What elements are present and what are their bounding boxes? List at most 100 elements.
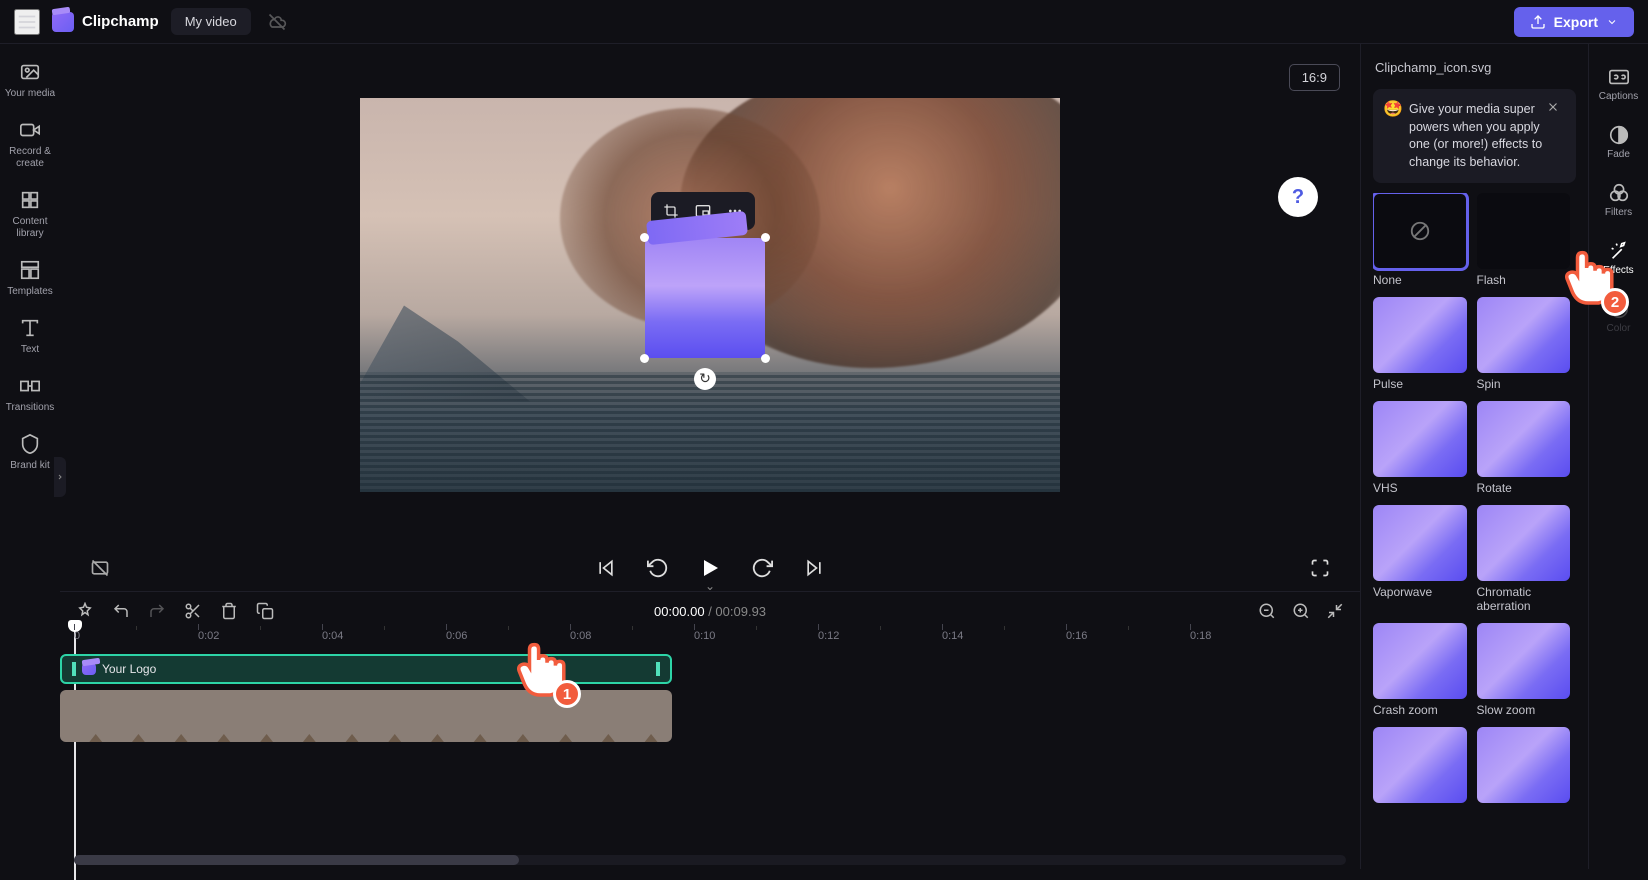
right-nav-color[interactable]: Color: [1589, 290, 1648, 342]
export-button[interactable]: Export: [1514, 7, 1634, 37]
record-icon: [18, 118, 42, 142]
clip-label: Your Logo: [102, 662, 156, 676]
no-watermark-icon[interactable]: [86, 554, 114, 582]
duplicate-button[interactable]: [254, 600, 276, 622]
auto-button[interactable]: [74, 600, 96, 622]
panel-title: Clipchamp_icon.svg: [1373, 56, 1576, 79]
right-nav-fade[interactable]: Fade: [1589, 116, 1648, 168]
resize-handle-tr[interactable]: [761, 233, 770, 242]
right-nav-captions[interactable]: Captions: [1589, 58, 1648, 110]
effect-item-rotate[interactable]: Rotate: [1477, 401, 1571, 495]
fullscreen-button[interactable]: [1306, 554, 1334, 582]
video-name-button[interactable]: My video: [171, 8, 251, 35]
timeline-tracks[interactable]: Your Logo 1: [60, 654, 1360, 869]
templates-icon: [18, 258, 42, 282]
skip-forward-button[interactable]: [800, 554, 828, 582]
redo-button[interactable]: [146, 600, 168, 622]
resize-handle-br[interactable]: [761, 354, 770, 363]
help-button[interactable]: ?: [1278, 177, 1318, 217]
export-label: Export: [1554, 14, 1598, 30]
tip-text: Give your media super powers when you ap…: [1385, 101, 1546, 171]
app-name: Clipchamp: [82, 13, 159, 30]
effect-item-crash-zoom[interactable]: Crash zoom: [1373, 623, 1467, 717]
hamburger-menu-button[interactable]: [14, 9, 40, 35]
effect-item-chromatic-aberration[interactable]: Chromatic aberration: [1477, 505, 1571, 613]
text-icon: [18, 316, 42, 340]
skip-back-button[interactable]: [592, 554, 620, 582]
zoom-out-button[interactable]: [1256, 600, 1278, 622]
resize-handle-bl[interactable]: [640, 354, 649, 363]
timeline-scrollbar[interactable]: [74, 855, 1346, 865]
timeline: 00:00.00 / 00:09.93 00:020:040:060:080:1…: [60, 591, 1360, 869]
effect-item-pulse[interactable]: Pulse: [1373, 297, 1467, 391]
brand-kit-icon: [18, 432, 42, 456]
timeline-ruler[interactable]: 00:020:040:060:080:100:120:140:160:18: [74, 630, 1360, 654]
app-logo[interactable]: Clipchamp: [52, 12, 159, 32]
sidebar-item-your-media[interactable]: Your media: [0, 52, 60, 108]
effect-item-slow-zoom[interactable]: Slow zoom: [1477, 623, 1571, 717]
stage: 16:9 ↻ ?: [60, 44, 1360, 545]
captions-icon: [1608, 66, 1630, 88]
ruler-tick: 0:12: [818, 630, 839, 642]
sidebar-item-text[interactable]: Text: [0, 308, 60, 364]
seek-back-button[interactable]: [644, 554, 672, 582]
sidebar-item-content-library[interactable]: Content library: [0, 180, 60, 248]
aspect-ratio-badge[interactable]: 16:9: [1289, 64, 1340, 91]
fade-icon: [1608, 124, 1630, 146]
right-nav-filters[interactable]: Filters: [1589, 174, 1648, 226]
close-tip-button[interactable]: [1546, 95, 1570, 119]
timeline-toolbar: 00:00.00 / 00:09.93: [60, 592, 1360, 630]
clip-thumbnail-icon: [82, 663, 96, 675]
sidebar-item-brand-kit[interactable]: Brand kit: [0, 424, 60, 480]
undo-button[interactable]: [110, 600, 132, 622]
tip-callout: 🤩 Give your media super powers when you …: [1373, 89, 1576, 183]
effect-item-more[interactable]: [1477, 727, 1571, 807]
sidebar-item-templates[interactable]: Templates: [0, 250, 60, 306]
effect-item-vhs[interactable]: VHS: [1373, 401, 1467, 495]
ruler-tick: 0:16: [1066, 630, 1087, 642]
color-icon: [1608, 298, 1630, 320]
clip-grip-left[interactable]: [72, 662, 76, 676]
resize-handle-tl[interactable]: [640, 233, 649, 242]
upload-icon: [1530, 14, 1546, 30]
selected-overlay-object[interactable]: ↻: [645, 238, 765, 358]
effect-label: VHS: [1373, 481, 1467, 495]
effect-item-vaporwave[interactable]: Vaporwave: [1373, 505, 1467, 613]
effect-thumbnail: [1373, 297, 1467, 373]
transitions-icon: [18, 374, 42, 398]
logo-clip[interactable]: Your Logo: [60, 654, 672, 684]
play-button[interactable]: [696, 554, 724, 582]
effect-thumbnail: [1477, 505, 1571, 581]
video-clip[interactable]: [60, 690, 672, 742]
split-button[interactable]: [182, 600, 204, 622]
effect-label: Crash zoom: [1373, 703, 1467, 717]
clip-grip-right[interactable]: [656, 662, 660, 676]
cloud-sync-off-icon[interactable]: [267, 12, 287, 32]
effect-thumbnail: [1373, 505, 1467, 581]
effects-grid: NoneFlashPulse Spin VHS RotateVaporwave Chro…: [1373, 193, 1576, 807]
effect-item-flash[interactable]: Flash: [1477, 193, 1571, 287]
top-bar: Clipchamp My video Export: [0, 0, 1648, 44]
effect-label: Spin: [1477, 377, 1571, 391]
rotate-handle[interactable]: ↻: [694, 368, 716, 390]
right-nav-effects[interactable]: Effects 2: [1589, 232, 1648, 284]
effect-thumbnail: [1373, 727, 1467, 803]
effect-label: Chromatic aberration: [1477, 585, 1571, 613]
effect-item-spin[interactable]: Spin: [1477, 297, 1571, 391]
timeline-timecode: 00:00.00 / 00:09.93: [654, 604, 766, 619]
effect-item-more[interactable]: [1373, 727, 1467, 807]
media-icon: [18, 60, 42, 84]
seek-forward-button[interactable]: [748, 554, 776, 582]
effect-item-none[interactable]: None: [1373, 193, 1467, 287]
delete-button[interactable]: [218, 600, 240, 622]
sidebar-item-transitions[interactable]: Transitions: [0, 366, 60, 422]
transport-bar: ⌄: [60, 545, 1360, 591]
effect-thumbnail: [1477, 297, 1571, 373]
video-canvas[interactable]: ↻: [360, 98, 1060, 492]
sidebar-item-record-create[interactable]: Record & create: [0, 110, 60, 178]
transport-more-caret[interactable]: ⌄: [705, 579, 715, 593]
collapse-panel-caret[interactable]: ›: [1360, 457, 1361, 487]
ruler-tick: 0: [74, 630, 80, 642]
zoom-in-button[interactable]: [1290, 600, 1312, 622]
zoom-fit-button[interactable]: [1324, 600, 1346, 622]
